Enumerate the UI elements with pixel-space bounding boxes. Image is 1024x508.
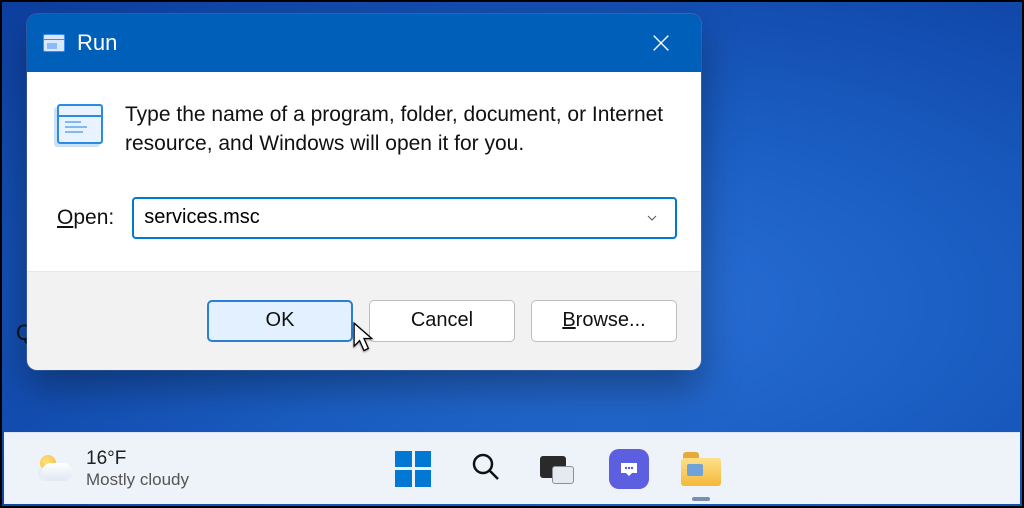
folder-icon (681, 452, 721, 486)
dropdown-button[interactable] (637, 210, 667, 226)
file-explorer-button[interactable] (679, 447, 723, 491)
chat-button[interactable] (607, 447, 651, 491)
open-input[interactable] (144, 206, 637, 229)
windows-logo-icon (395, 451, 431, 487)
start-button[interactable] (391, 447, 435, 491)
desktop-background: Q Run Type the name of a program, folder… (0, 0, 1024, 508)
search-icon (469, 450, 501, 487)
ok-button[interactable]: OK (207, 300, 353, 342)
weather-temperature: 16°F (86, 448, 189, 470)
close-button[interactable] (629, 14, 693, 72)
titlebar[interactable]: Run (27, 14, 701, 72)
dialog-body: Type the name of a program, folder, docu… (27, 72, 701, 271)
task-view-button[interactable] (535, 447, 579, 491)
weather-widget[interactable]: 16°F Mostly cloudy (38, 448, 189, 489)
dialog-button-row: OK Cancel Browse... (27, 271, 701, 370)
weather-text: 16°F Mostly cloudy (86, 448, 189, 489)
active-app-indicator (692, 497, 710, 501)
run-dialog: Run Type the name of a program, folder, … (27, 14, 701, 370)
chevron-down-icon (644, 210, 660, 226)
window-title: Run (77, 30, 117, 56)
instruction-text: Type the name of a program, folder, docu… (125, 100, 677, 159)
run-large-icon (57, 104, 103, 144)
run-icon (43, 34, 65, 52)
taskbar[interactable]: 16°F Mostly cloudy (4, 432, 1020, 504)
close-icon (650, 32, 672, 54)
titlebar-left: Run (43, 30, 117, 56)
open-label: Open: (57, 206, 114, 230)
cancel-button[interactable]: Cancel (369, 300, 515, 342)
weather-condition: Mostly cloudy (86, 470, 189, 490)
search-button[interactable] (463, 447, 507, 491)
task-view-icon (540, 454, 574, 484)
chat-icon (609, 449, 649, 489)
open-combobox[interactable] (132, 197, 677, 239)
weather-icon (38, 453, 74, 483)
browse-button[interactable]: Browse... (531, 300, 677, 342)
taskbar-center (391, 447, 723, 491)
